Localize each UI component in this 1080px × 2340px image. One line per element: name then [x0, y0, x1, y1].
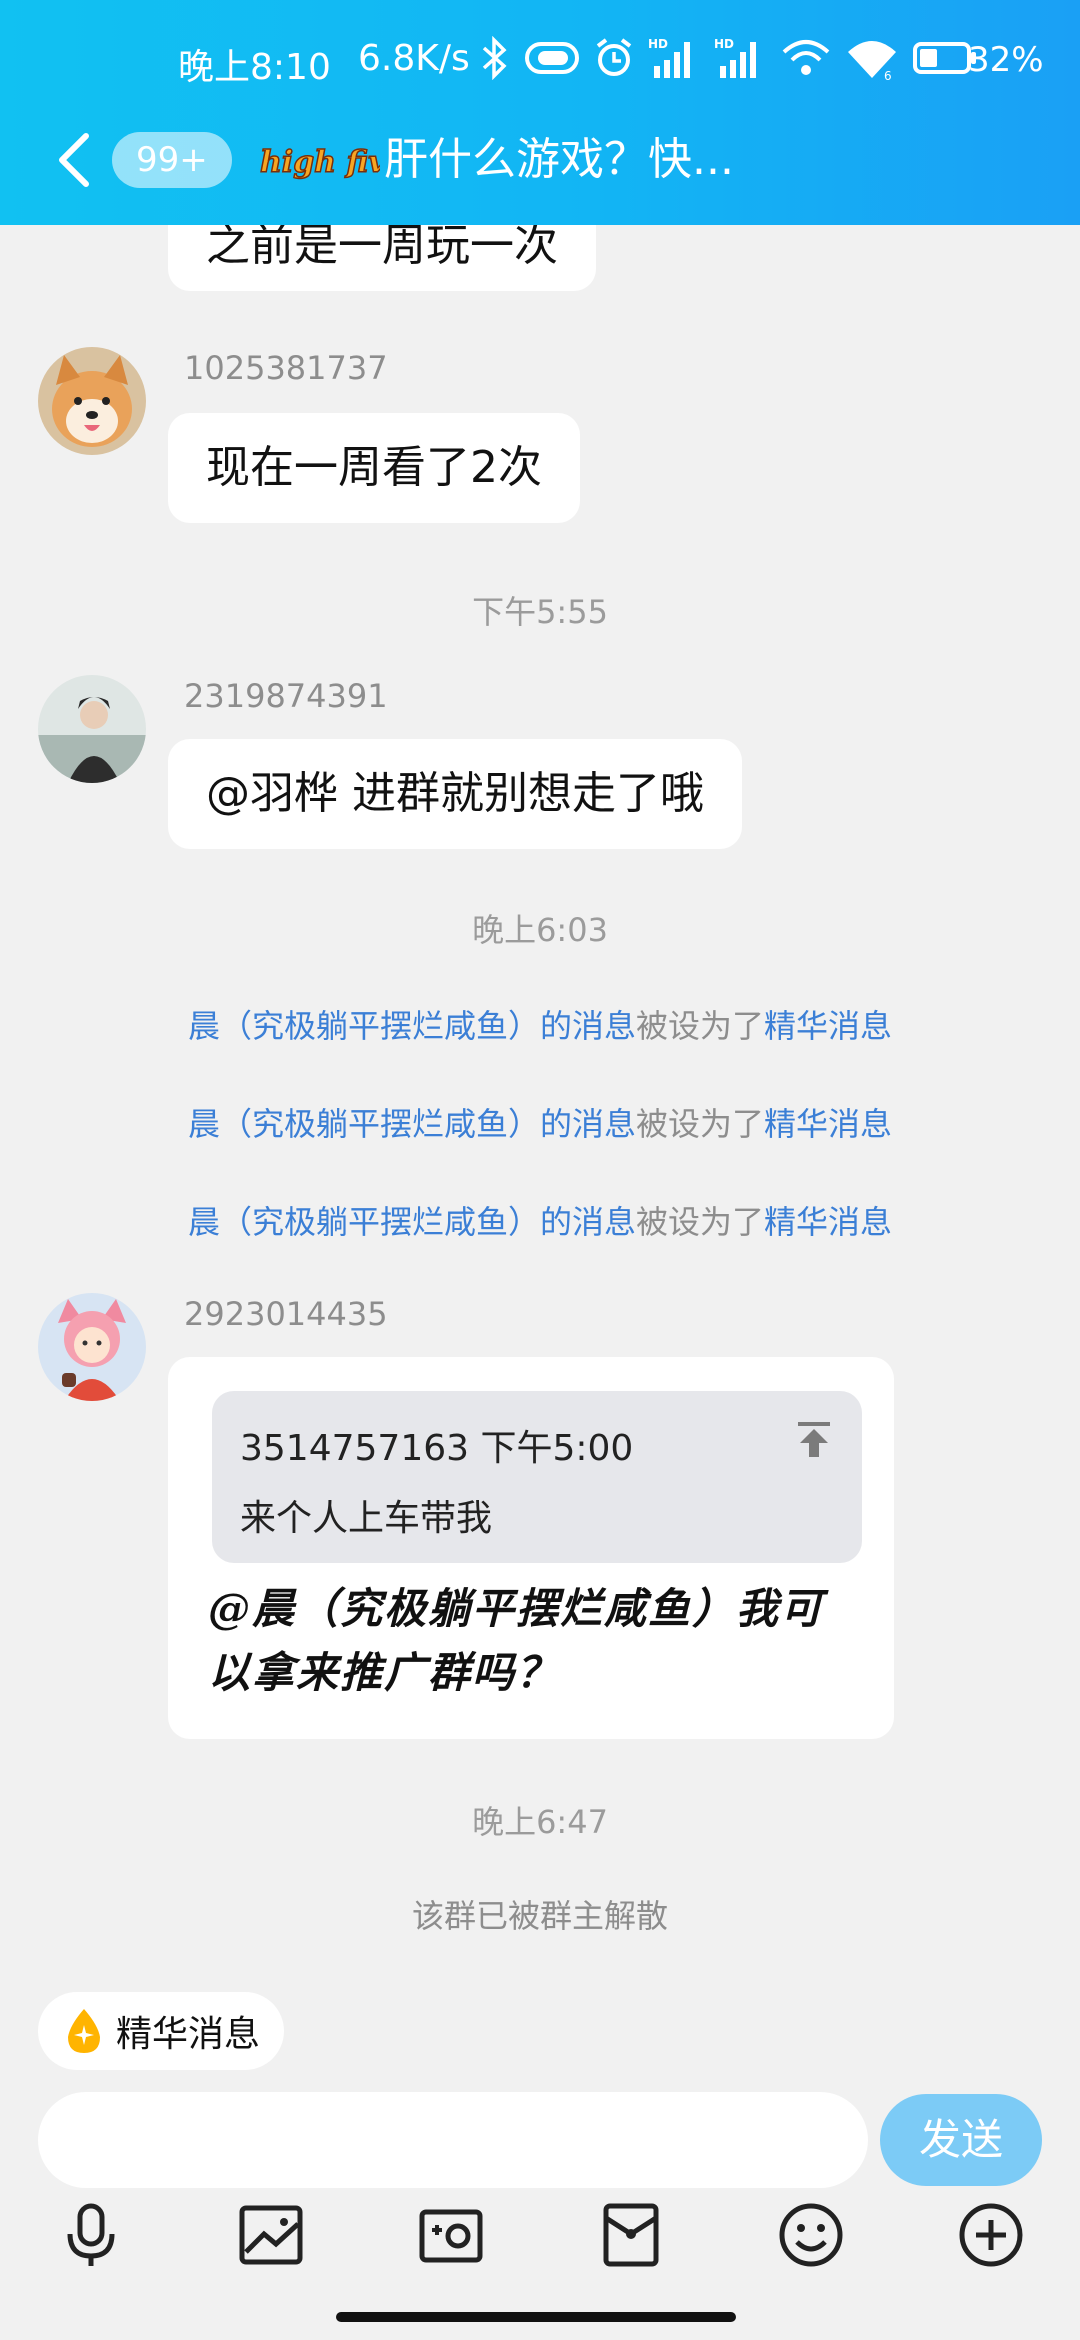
svg-text:HD: HD: [714, 37, 734, 51]
input-toolbar: [0, 2200, 1080, 2290]
bluetooth-icon: [482, 36, 507, 80]
message-text-line: @晨（究极躺平摆烂咸鱼）我可: [208, 1584, 825, 1633]
send-button[interactable]: 发送: [880, 2094, 1042, 2186]
logo-text: high five: [260, 145, 380, 180]
microphone-icon[interactable]: [56, 2200, 126, 2270]
essence-messages-button[interactable]: 精华消息: [38, 1992, 285, 2070]
system-text: 被设为了: [635, 1203, 764, 1241]
time-separator: 晚上6:47: [472, 1803, 608, 1841]
header-bar: 晚上8:10 6.8K/s HD HD 6 32% 99+ high five …: [0, 0, 1080, 225]
avatar[interactable]: [38, 347, 146, 455]
wifi-sync-icon: [782, 40, 830, 75]
status-time: 晚上8:10: [178, 47, 331, 88]
group-dissolved-notice: 该群已被群主解散: [411, 1897, 668, 1935]
svg-text:HD: HD: [648, 37, 668, 51]
reply-meta: 3514757163 下午5:00: [240, 1428, 634, 1469]
essence-link[interactable]: 精华消息: [764, 1007, 892, 1045]
sender-name: 2923014435: [184, 1295, 388, 1333]
emoji-icon[interactable]: [776, 2200, 846, 2270]
message-bubble[interactable]: 之前是一周玩一次: [168, 225, 596, 291]
essence-chip-label: 精华消息: [116, 2014, 261, 2055]
image-icon[interactable]: [236, 2200, 306, 2270]
battery-percent: 32%: [968, 40, 1044, 80]
wifi-icon: 6: [848, 41, 896, 80]
system-text: 被设为了: [635, 1105, 764, 1143]
group-title[interactable]: 肝什么游戏？快...: [384, 128, 734, 192]
time-separator: 晚上6:03: [472, 911, 608, 949]
message-text: @晨（究极躺平摆烂咸鱼）我可 以拿来推广群吗？: [208, 1577, 888, 1705]
home-indicator[interactable]: [336, 2312, 736, 2322]
red-packet-icon[interactable]: [596, 2200, 666, 2270]
group-logo-icon: high five: [259, 144, 380, 181]
avatar[interactable]: [38, 675, 146, 783]
shiba-dog-avatar-icon: [38, 347, 146, 455]
hd-signal-icon: HD: [648, 37, 690, 78]
essence-source-link[interactable]: 晨（究极躺平摆烂咸鱼）的消息: [188, 1203, 636, 1241]
person-avatar-icon: [38, 675, 146, 783]
essence-link[interactable]: 精华消息: [764, 1105, 892, 1143]
alarm-icon: [596, 38, 632, 76]
system-message: 晨（究极躺平摆烂咸鱼）的消息被设为了精华消息: [0, 1197, 1080, 1243]
anime-girl-avatar-icon: [38, 1293, 146, 1401]
message-bubble[interactable]: 现在一周看了2次: [168, 413, 580, 523]
time-separator: 下午5:55: [472, 593, 608, 631]
avatar[interactable]: [38, 1293, 146, 1401]
essence-source-link[interactable]: 晨（究极躺平摆烂咸鱼）的消息: [188, 1105, 636, 1143]
plus-icon[interactable]: [956, 2200, 1026, 2270]
essence-source-link[interactable]: 晨（究极躺平摆烂咸鱼）的消息: [188, 1007, 636, 1045]
svg-text:6: 6: [884, 69, 892, 80]
message-input[interactable]: [38, 2092, 868, 2188]
status-icons: HD HD 6: [480, 36, 978, 80]
message-text: @羽桦 进群就别想走了哦: [206, 768, 704, 819]
sender-name: 1025381737: [184, 349, 388, 387]
toggle-icon: [525, 42, 579, 74]
network-speed: 6.8K/s: [358, 38, 470, 79]
chat-area[interactable]: 之前是一周玩一次 1025381737 现在一周看了2次 下午5:55 2319…: [0, 225, 1080, 1965]
system-message: 晨（究极躺平摆烂咸鱼）的消息被设为了精华消息: [0, 1099, 1080, 1145]
message-text: 现在一周看了2次: [206, 442, 542, 493]
message-text-line: 以拿来推广群吗？: [208, 1648, 561, 1697]
status-bar: 晚上8:10 6.8K/s HD HD 6 32%: [0, 30, 1080, 96]
message-text: 之前是一周玩一次: [206, 225, 558, 271]
reply-quote[interactable]: 3514757163 下午5:00 来个人上车带我: [212, 1391, 862, 1563]
camera-icon[interactable]: [416, 2200, 486, 2270]
system-text: 被设为了: [635, 1007, 764, 1045]
hd-signal-icon: HD: [714, 37, 756, 78]
reply-text: 来个人上车带我: [240, 1498, 493, 1539]
back-arrow-icon[interactable]: [52, 130, 96, 190]
jump-to-top-icon[interactable]: [794, 1419, 834, 1459]
essence-link[interactable]: 精华消息: [764, 1203, 892, 1241]
unread-count-badge[interactable]: 99+: [112, 132, 232, 188]
message-bubble[interactable]: @羽桦 进群就别想走了哦: [168, 739, 742, 849]
system-message: 晨（究极躺平摆烂咸鱼）的消息被设为了精华消息: [0, 1001, 1080, 1047]
title-bar: 99+ high five 肝什么游戏？快...: [0, 120, 1080, 200]
flame-icon: [68, 2009, 100, 2053]
sender-name: 2319874391: [184, 677, 388, 715]
